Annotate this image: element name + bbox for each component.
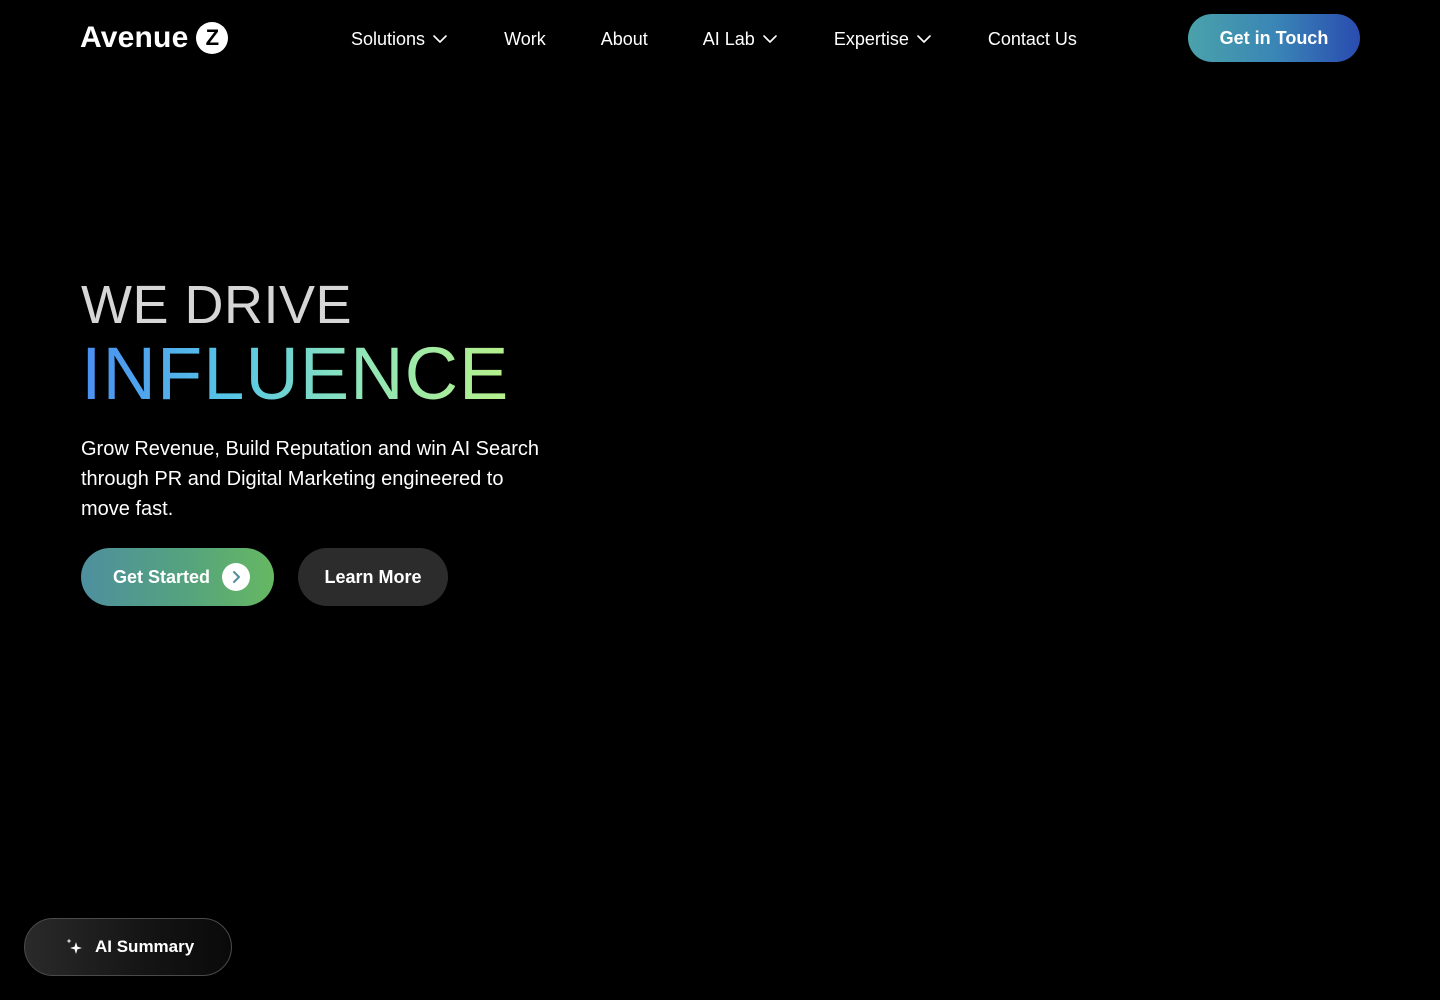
main-nav: Solutions Work About AI Lab Expertise Co… [351,27,1077,51]
site-header: Avenue Z Solutions Work About AI Lab Exp… [0,0,1440,76]
nav-item-label: Contact Us [987,29,1077,49]
arrow-right-icon [222,563,251,591]
ai-summary-label: AI Summary [95,937,195,956]
ai-summary-button[interactable]: AI Summary [24,918,232,976]
get-in-touch-button[interactable]: Get in Touch [1188,14,1360,62]
get-started-label: Get Started [113,566,211,587]
chevron-down-icon [917,35,931,43]
nav-item-ai-lab[interactable]: AI Lab [703,27,778,51]
brand-name: Avenue [80,21,189,54]
chevron-down-icon [433,35,447,43]
brand-mark-icon: Z [196,22,229,54]
nav-item-label: About [600,29,648,49]
nav-item-work[interactable]: Work [504,27,546,51]
nav-item-label: Work [504,29,546,49]
chevron-down-icon [763,35,777,43]
learn-more-button[interactable]: Learn More [298,548,448,606]
hero-title-line1: WE DRIVE [81,275,353,335]
nav-item-contact-us[interactable]: Contact Us [988,27,1077,51]
brand-logo[interactable]: Avenue Z [80,20,229,56]
nav-item-about[interactable]: About [601,27,648,51]
page: Avenue Z Solutions Work About AI Lab Exp… [0,0,1440,1000]
nav-item-expertise[interactable]: Expertise [834,27,932,51]
hero-headline: WE DRIVE INFLUENCE [81,276,601,414]
nav-item-label: Solutions [351,29,426,49]
nav-item-label: AI Lab [702,29,755,49]
hero-title-line2: INFLUENCE [81,332,510,415]
sparkle-icon [66,938,82,954]
get-started-button[interactable]: Get Started [81,548,274,606]
nav-item-label: Expertise [833,29,909,49]
hero-subtitle: Grow Revenue, Build Reputation and win A… [81,438,540,520]
nav-item-solutions[interactable]: Solutions [351,27,448,51]
